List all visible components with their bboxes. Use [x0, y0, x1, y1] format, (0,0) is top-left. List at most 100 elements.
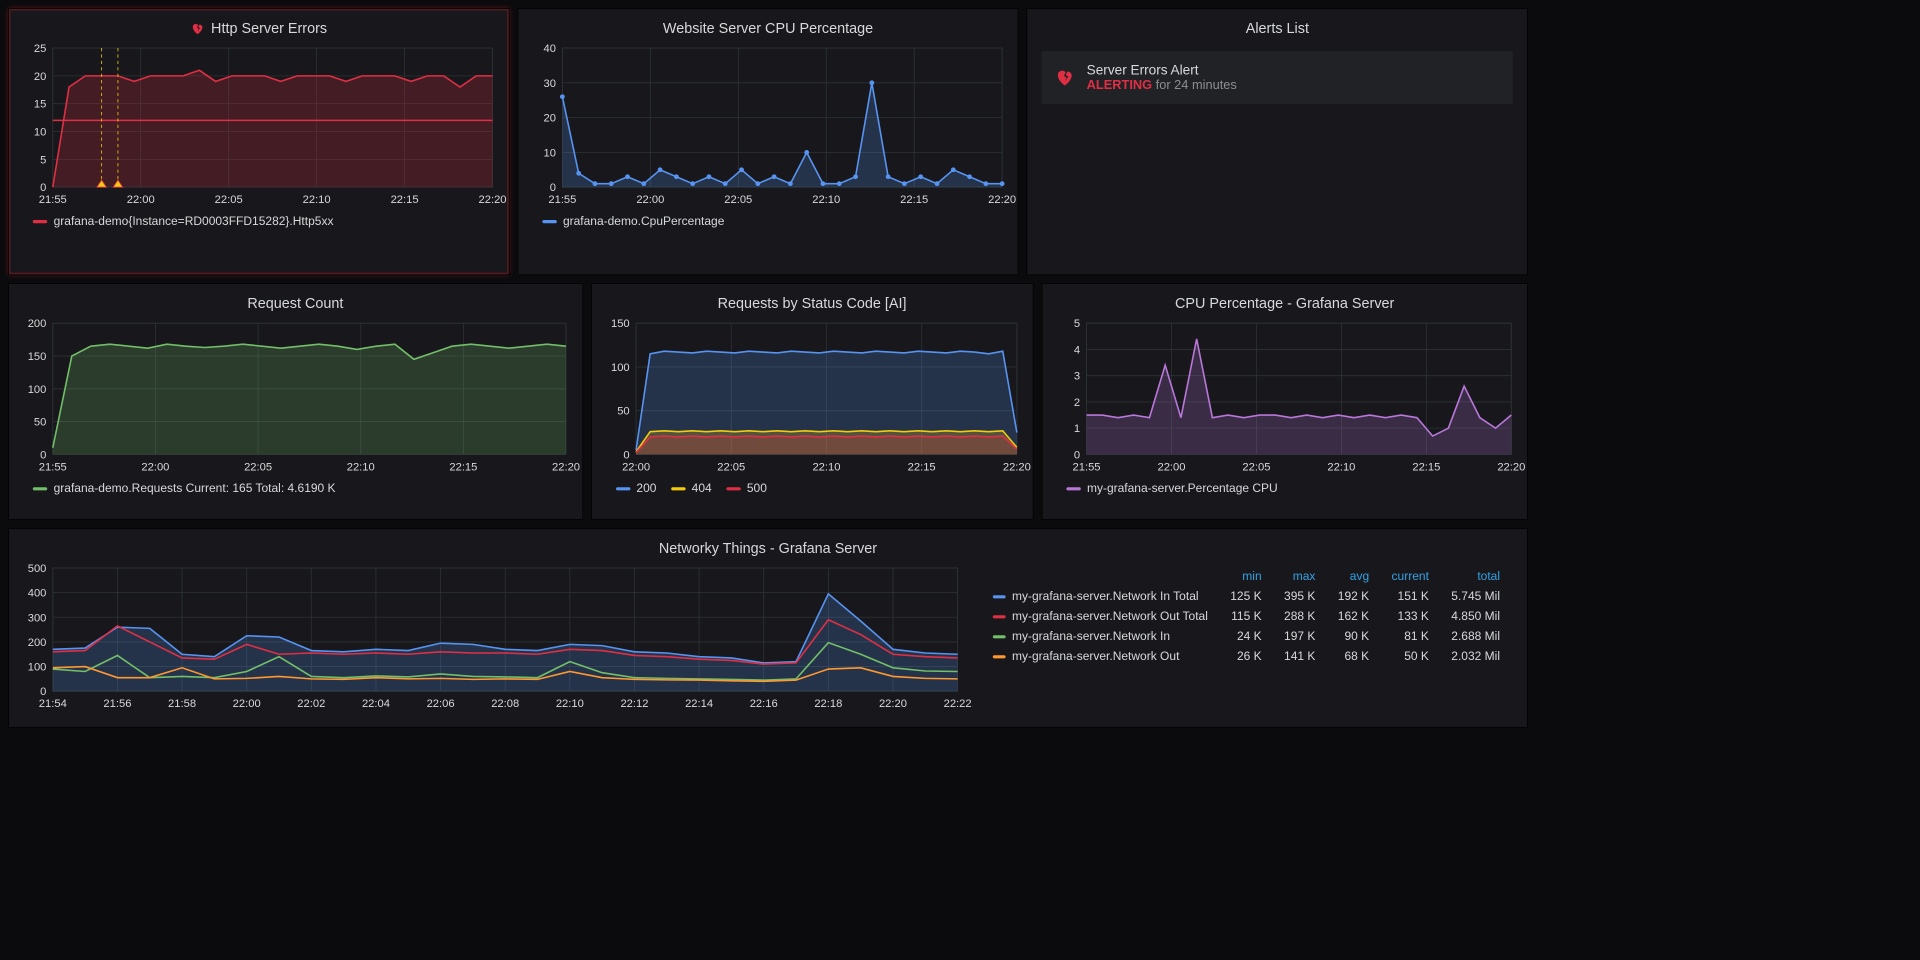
svg-text:22:10: 22:10: [347, 461, 375, 473]
chart-request-count[interactable]: 0 50 100 150 200 21:55 22:00 22:05 22:10 22:15 22:…: [9, 317, 582, 477]
legend: grafana-demo.CpuPercentage: [518, 210, 1018, 236]
network-legend-table: min max avg current total my-grafana-ser…: [982, 566, 1512, 666]
table-row[interactable]: my-grafana-server.Network Out Total115 K…: [982, 606, 1512, 626]
svg-text:22:00: 22:00: [636, 194, 664, 206]
panel-title: Http Server Errors: [9, 9, 509, 42]
svg-text:0: 0: [40, 182, 46, 194]
svg-text:22:20: 22:20: [552, 461, 580, 473]
table-row[interactable]: my-grafana-server.Network In Total125 K3…: [982, 586, 1512, 606]
svg-text:50: 50: [34, 417, 46, 429]
panel-request-count[interactable]: Request Count 0 50 100 150 200 21:55 22:00 22:0…: [8, 283, 583, 520]
svg-text:22:04: 22:04: [362, 698, 390, 710]
svg-text:200: 200: [28, 637, 47, 649]
svg-text:22:08: 22:08: [491, 698, 519, 710]
svg-text:22:00: 22:00: [622, 461, 650, 473]
svg-text:22:10: 22:10: [812, 461, 840, 473]
svg-text:22:20: 22:20: [479, 194, 507, 206]
svg-text:5: 5: [40, 154, 46, 166]
svg-text:2: 2: [1074, 397, 1080, 409]
chart-http-errors[interactable]: 051015202521:5522:0022:0522:1022:1522:20: [9, 42, 509, 210]
broken-heart-icon: [190, 21, 204, 35]
legend: grafana-demo.Requests Current: 165 Total…: [9, 477, 582, 503]
svg-text:15: 15: [34, 99, 46, 111]
svg-text:22:05: 22:05: [717, 461, 745, 473]
svg-text:22:05: 22:05: [244, 461, 272, 473]
svg-text:22:15: 22:15: [907, 461, 935, 473]
chart-network[interactable]: 010020030040050021:5421:5621:5822:0022:0…: [9, 562, 974, 714]
table-row[interactable]: my-grafana-server.Network In24 K197 K90 …: [982, 626, 1512, 646]
panel-title: Alerts List: [1027, 9, 1527, 42]
panel-http-errors[interactable]: Http Server Errors 051015202521:5522:002…: [8, 8, 509, 275]
svg-text:22:14: 22:14: [685, 698, 713, 710]
svg-text:22:15: 22:15: [391, 194, 419, 206]
svg-text:4: 4: [1074, 344, 1080, 356]
chart-status-codes[interactable]: 05010015022:0022:0522:1022:1522:20: [592, 317, 1033, 477]
svg-text:22:05: 22:05: [724, 194, 752, 206]
svg-text:22:15: 22:15: [1412, 461, 1440, 473]
panel-alerts-list[interactable]: Alerts List Server Errors Alert ALERTING…: [1027, 8, 1528, 275]
legend: 200 404 500: [592, 477, 1033, 503]
panel-network[interactable]: Networky Things - Grafana Server 0100200…: [8, 528, 1528, 728]
svg-text:22:10: 22:10: [303, 194, 331, 206]
svg-text:21:55: 21:55: [1072, 461, 1100, 473]
svg-text:0: 0: [623, 449, 629, 461]
svg-text:22:10: 22:10: [556, 698, 584, 710]
svg-text:22:05: 22:05: [215, 194, 243, 206]
panel-status-codes[interactable]: Requests by Status Code [AI] 05010015022…: [591, 283, 1034, 520]
svg-text:21:55: 21:55: [548, 194, 576, 206]
alert-name: Server Errors Alert: [1087, 62, 1237, 78]
svg-text:22:20: 22:20: [879, 698, 907, 710]
svg-text:22:10: 22:10: [812, 194, 840, 206]
svg-text:22:15: 22:15: [449, 461, 477, 473]
panel-cpu-grafana[interactable]: CPU Percentage - Grafana Server 0 1 2 3 4 5 21…: [1041, 283, 1528, 520]
svg-text:22:18: 22:18: [814, 698, 842, 710]
svg-text:22:06: 22:06: [427, 698, 455, 710]
panel-title: CPU Percentage - Grafana Server: [1042, 284, 1527, 317]
svg-text:100: 100: [611, 362, 630, 374]
svg-text:30: 30: [543, 78, 555, 90]
svg-text:22:00: 22:00: [141, 461, 169, 473]
svg-text:22:02: 22:02: [297, 698, 325, 710]
svg-text:200: 200: [28, 318, 47, 330]
panel-title: Request Count: [9, 284, 582, 317]
chart-cpu[interactable]: 0 10 20 30 40 21:55 22:00 22:05 22:10 22:15 22:20: [518, 42, 1018, 210]
broken-heart-icon: [1055, 67, 1076, 88]
svg-text:22:15: 22:15: [900, 194, 928, 206]
svg-text:400: 400: [28, 588, 47, 600]
svg-text:22:00: 22:00: [127, 194, 155, 206]
svg-text:22:05: 22:05: [1242, 461, 1270, 473]
svg-text:21:55: 21:55: [39, 461, 67, 473]
svg-text:22:20: 22:20: [1497, 461, 1525, 473]
panel-title: Website Server CPU Percentage: [518, 9, 1018, 42]
svg-text:22:10: 22:10: [1327, 461, 1355, 473]
svg-text:3: 3: [1074, 371, 1080, 383]
svg-text:50: 50: [617, 406, 629, 418]
svg-text:22:16: 22:16: [750, 698, 778, 710]
chart-cpu-grafana[interactable]: 0 1 2 3 4 5 21:55 22:00 22:05 22:10 22:15 22:20: [1042, 317, 1527, 477]
svg-text:500: 500: [28, 563, 47, 575]
panel-title: Networky Things - Grafana Server: [9, 529, 1527, 562]
svg-text:22:00: 22:00: [233, 698, 261, 710]
svg-text:0: 0: [40, 449, 46, 461]
legend: grafana-demo{Instance=RD0003FFD15282}.Ht…: [9, 210, 509, 236]
alert-item[interactable]: Server Errors Alert ALERTING for 24 minu…: [1042, 51, 1513, 104]
panel-cpu[interactable]: Website Server CPU Percentage 0 10 20 30 40 2…: [517, 8, 1018, 275]
svg-text:100: 100: [28, 384, 47, 396]
svg-text:20: 20: [543, 113, 555, 125]
svg-text:0: 0: [549, 182, 555, 194]
svg-text:21:56: 21:56: [103, 698, 131, 710]
svg-text:5: 5: [1074, 318, 1080, 330]
svg-text:22:00: 22:00: [1157, 461, 1185, 473]
svg-text:10: 10: [543, 147, 555, 159]
svg-text:22:20: 22:20: [988, 194, 1016, 206]
svg-text:1: 1: [1074, 423, 1080, 435]
svg-text:22:20: 22:20: [1002, 461, 1030, 473]
svg-text:40: 40: [543, 43, 555, 55]
svg-text:150: 150: [28, 351, 47, 363]
svg-text:300: 300: [28, 612, 47, 624]
svg-text:21:55: 21:55: [39, 194, 67, 206]
svg-text:20: 20: [34, 71, 46, 83]
svg-text:10: 10: [34, 127, 46, 139]
svg-text:0: 0: [1074, 449, 1080, 461]
table-row[interactable]: my-grafana-server.Network Out26 K141 K68…: [982, 646, 1512, 666]
